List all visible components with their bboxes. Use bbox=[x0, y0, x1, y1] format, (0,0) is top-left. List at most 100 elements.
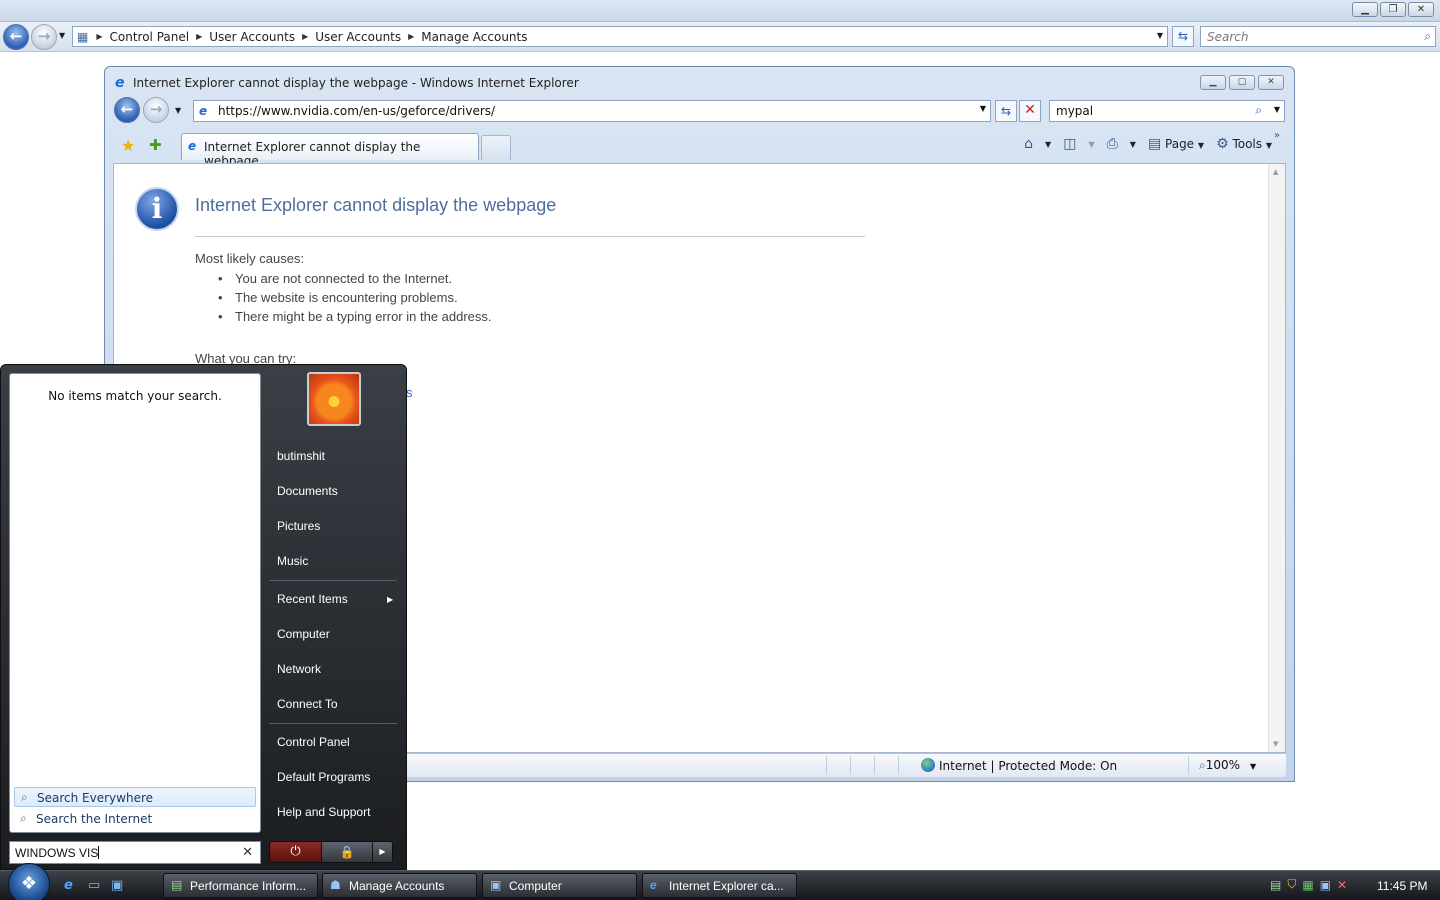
maximize-button[interactable]: ▢ bbox=[1229, 75, 1255, 90]
divider bbox=[195, 236, 865, 237]
breadcrumb-user-accounts-2[interactable]: User Accounts bbox=[312, 30, 404, 44]
search-input[interactable]: Search ⌕ bbox=[1200, 26, 1436, 47]
ie-window-controls: ▁ ▢ ✕ bbox=[1200, 75, 1284, 90]
control-panel-icon: ▦ bbox=[77, 29, 89, 44]
list-item: You are not connected to the Internet. bbox=[218, 271, 492, 290]
clear-search-icon[interactable]: ✕ bbox=[242, 844, 253, 860]
ie-search-input[interactable]: mypal ⌕ ▼ bbox=[1049, 100, 1285, 122]
home-icon[interactable]: ⌂ bbox=[1024, 136, 1033, 152]
list-item: The website is encountering problems. bbox=[218, 290, 492, 309]
scroll-up-icon[interactable]: ▲ bbox=[1273, 168, 1278, 176]
volume-muted-icon[interactable]: ✕ bbox=[1337, 878, 1347, 892]
submenu-arrow-icon: ▶ bbox=[387, 595, 394, 604]
search-everywhere-link[interactable]: ⌕ Search Everywhere bbox=[14, 787, 256, 807]
minimize-button[interactable]: ▁ bbox=[1352, 2, 1378, 17]
start-item-default-programs[interactable]: Default Programs bbox=[277, 770, 370, 784]
search-icon: ⌕ bbox=[21, 790, 28, 804]
cp-window-controls: ▁ ❐ ✕ bbox=[1352, 2, 1434, 17]
power-controls: ⏻ 🔒 ▶ bbox=[269, 841, 393, 863]
new-tab-button[interactable] bbox=[481, 135, 511, 160]
start-item-control-panel[interactable]: Control Panel bbox=[277, 735, 350, 749]
start-item-documents[interactable]: Documents bbox=[277, 484, 338, 498]
taskbar: ❖ e ▭ ▣ ▤ Performance Inform... ☗ Manage… bbox=[0, 863, 1440, 900]
connection-icon[interactable]: ▣ bbox=[1320, 878, 1331, 892]
user-avatar[interactable] bbox=[307, 372, 361, 426]
globe-icon bbox=[921, 758, 935, 772]
history-dropdown-icon[interactable]: ▼ bbox=[59, 31, 65, 40]
zoom-control[interactable]: ⌕100% ▼ bbox=[1199, 758, 1256, 773]
start-item-connect-to[interactable]: Connect To bbox=[277, 697, 338, 711]
search-options-dropdown-icon[interactable]: ▼ bbox=[1274, 105, 1280, 114]
start-item-help-support[interactable]: Help and Support bbox=[277, 805, 370, 819]
chevron-down-icon[interactable]: ▼ bbox=[980, 104, 986, 113]
shutdown-options-arrow[interactable]: ▶ bbox=[372, 842, 392, 862]
taskbar-item-manage-accounts[interactable]: ☗ Manage Accounts bbox=[322, 873, 477, 898]
tab-active[interactable]: e Internet Explorer cannot display the w… bbox=[181, 133, 479, 168]
taskbar-item-performance[interactable]: ▤ Performance Inform... bbox=[163, 873, 318, 898]
lock-button[interactable]: 🔒 bbox=[321, 842, 372, 862]
windows-flag-icon[interactable]: ▦ bbox=[1302, 878, 1313, 892]
vertical-scrollbar[interactable]: ▲ ▼ bbox=[1268, 164, 1285, 752]
restore-button[interactable]: ❐ bbox=[1380, 2, 1406, 17]
clock[interactable]: 11:45 PM bbox=[1377, 879, 1427, 893]
switch-windows-icon[interactable]: ▣ bbox=[111, 878, 123, 893]
refresh-button[interactable]: ⇆ bbox=[995, 100, 1017, 122]
taskbar-item-computer[interactable]: ▣ Computer bbox=[482, 873, 637, 898]
start-menu: No items match your search. ⌕ Search Eve… bbox=[0, 364, 407, 870]
breadcrumb-manage-accounts[interactable]: Manage Accounts bbox=[418, 30, 530, 44]
feeds-icon[interactable]: ◫ bbox=[1063, 136, 1076, 152]
address-dropdown-icon[interactable]: ▼ bbox=[1157, 31, 1163, 40]
security-zone[interactable]: Internet | Protected Mode: On bbox=[921, 758, 1117, 773]
page-menu[interactable]: ▤ Page ▼ bbox=[1148, 136, 1204, 152]
start-item-user[interactable]: butimshit bbox=[277, 449, 325, 463]
info-icon: i bbox=[135, 187, 179, 231]
divider bbox=[269, 723, 397, 724]
stop-button[interactable]: ✕ bbox=[1019, 100, 1041, 122]
url-field[interactable]: e https://www.nvidia.com/en-us/geforce/d… bbox=[193, 100, 991, 122]
start-item-computer[interactable]: Computer bbox=[277, 627, 330, 641]
search-internet-link[interactable]: ⌕ Search the Internet bbox=[14, 809, 256, 829]
search-icon[interactable]: ⌕ bbox=[1255, 103, 1262, 118]
list-item: There might be a typing error in the add… bbox=[218, 309, 492, 328]
breadcrumb-control-panel[interactable]: Control Panel bbox=[107, 30, 193, 44]
start-item-music[interactable]: Music bbox=[277, 554, 308, 568]
taskbar-item-internet-explorer[interactable]: e Internet Explorer ca... bbox=[642, 873, 797, 898]
tools-menu[interactable]: ⚙ Tools ▼ bbox=[1216, 136, 1272, 152]
start-button[interactable]: ❖ bbox=[8, 863, 50, 900]
network-tray-icon[interactable]: ▤ bbox=[1270, 878, 1281, 892]
minimize-button[interactable]: ▁ bbox=[1200, 75, 1226, 90]
computer-icon: ▣ bbox=[490, 878, 502, 892]
start-search-input[interactable]: WINDOWS VIS ✕ bbox=[9, 841, 261, 864]
back-button[interactable]: ← bbox=[3, 24, 29, 50]
start-item-recent-items[interactable]: Recent Items bbox=[277, 592, 348, 606]
favorites-star-icon[interactable]: ★ bbox=[121, 136, 135, 155]
forward-button[interactable]: → bbox=[143, 97, 169, 123]
start-search-results: No items match your search. ⌕ Search Eve… bbox=[9, 373, 261, 833]
ie-quicklaunch-icon[interactable]: e bbox=[64, 878, 73, 893]
print-icon[interactable]: ⎙ bbox=[1107, 136, 1118, 152]
forward-button[interactable]: → bbox=[31, 24, 57, 50]
back-button[interactable]: ← bbox=[114, 97, 140, 123]
window-title: Internet Explorer cannot display the web… bbox=[133, 76, 579, 90]
breadcrumb-user-accounts[interactable]: User Accounts bbox=[206, 30, 298, 44]
refresh-button[interactable]: ⇆ bbox=[1172, 26, 1194, 47]
page-icon: ▤ bbox=[1147, 136, 1162, 152]
no-results-message: No items match your search. bbox=[48, 389, 222, 403]
show-desktop-icon[interactable]: ▭ bbox=[88, 878, 100, 893]
control-panel-titlebar: ▁ ❐ ✕ bbox=[0, 0, 1440, 22]
close-button[interactable]: ✕ bbox=[1408, 2, 1434, 17]
power-button[interactable]: ⏻ bbox=[270, 842, 321, 862]
start-item-pictures[interactable]: Pictures bbox=[277, 519, 320, 533]
security-alert-icon[interactable]: ⛉ bbox=[1287, 877, 1296, 892]
more-commands-icon[interactable]: » bbox=[1274, 130, 1280, 141]
performance-icon: ▤ bbox=[171, 878, 183, 892]
search-icon: ⌕ bbox=[20, 811, 27, 825]
address-bar[interactable]: ▦ ▶ Control Panel ▶ User Accounts ▶ User… bbox=[72, 26, 1168, 47]
history-dropdown-icon[interactable]: ▼ bbox=[175, 106, 181, 115]
ie-logo-icon: e bbox=[650, 878, 657, 892]
start-item-network[interactable]: Network bbox=[277, 662, 321, 676]
add-favorite-icon[interactable]: ✚ bbox=[149, 136, 162, 154]
scroll-down-icon[interactable]: ▼ bbox=[1273, 740, 1278, 748]
close-button[interactable]: ✕ bbox=[1258, 75, 1284, 90]
search-icon[interactable]: ⌕ bbox=[1424, 29, 1431, 44]
